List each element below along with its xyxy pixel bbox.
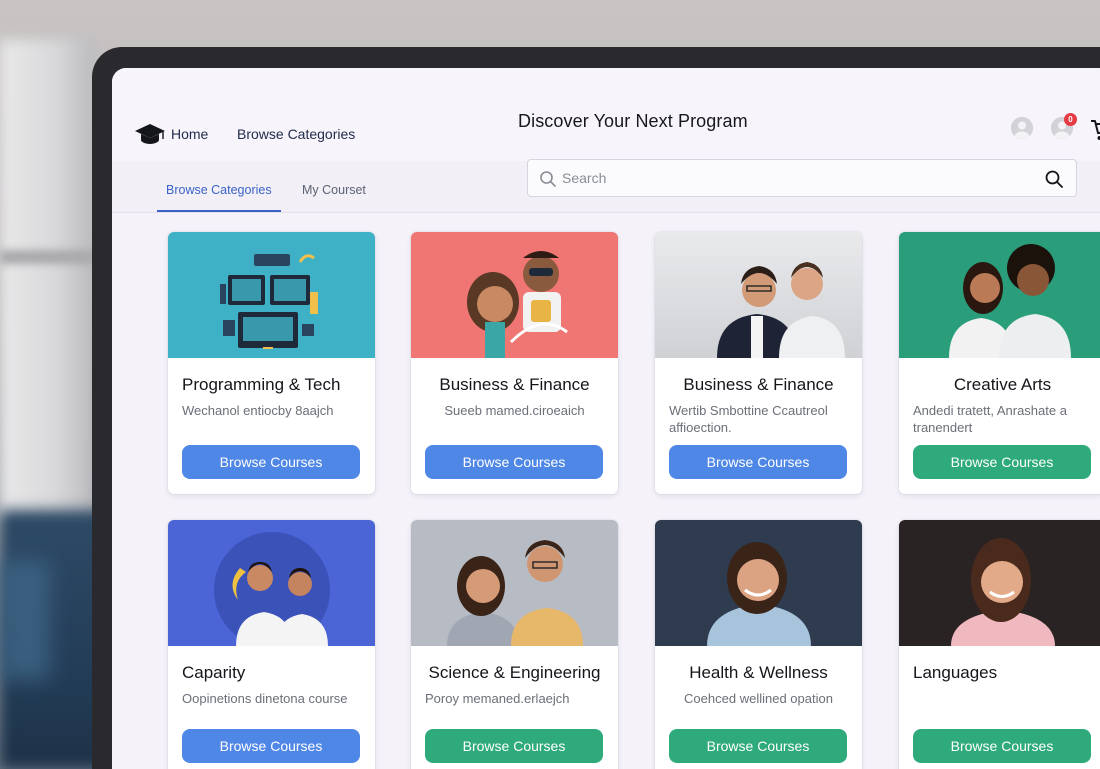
two-boys-illustration [168, 520, 375, 646]
card-title: Caparity [182, 663, 246, 682]
graduation-cap-icon[interactable] [134, 122, 166, 146]
notification-badge: 0 [1064, 113, 1077, 126]
browse-courses-button[interactable]: Browse Courses [425, 729, 603, 763]
card-image [899, 520, 1100, 646]
category-card[interactable]: Health & Wellness Coehced wellined opati… [655, 520, 862, 769]
category-card[interactable]: Business & Finance Wertib Smbottine Ccau… [655, 232, 862, 494]
category-card[interactable]: Programming & Tech Wechanol entiocby 8aa… [168, 232, 375, 494]
card-title: Science & Engineering [428, 663, 601, 682]
card-title: Business & Finance [683, 375, 834, 394]
nav-browse-categories-link[interactable]: Browse Categories [237, 126, 355, 142]
card-image [655, 232, 862, 358]
category-card[interactable]: Business & Finance Sueeb mamed.ciroeaich… [411, 232, 618, 494]
cart-icon[interactable] [1090, 118, 1100, 142]
category-card[interactable]: Creative Arts Andedi tratett, Anrashate … [899, 232, 1100, 494]
search-input[interactable] [562, 166, 1032, 190]
search-submit-icon[interactable] [1044, 169, 1064, 189]
search-icon [540, 171, 556, 187]
page-title: Discover Your Next Program [518, 111, 748, 131]
background-window-bar [0, 250, 95, 264]
card-image [899, 232, 1100, 358]
card-title: Creative Arts [953, 375, 1052, 394]
top-header: Home Browse Categories Discover Your Nex… [112, 68, 1100, 161]
browse-courses-button[interactable]: Browse Courses [669, 729, 847, 763]
background-sofa-highlight [0, 560, 50, 680]
woman-smile-portrait [899, 520, 1100, 646]
active-tab-indicator [157, 210, 281, 212]
browse-courses-button[interactable]: Browse Courses [913, 445, 1091, 479]
browse-courses-button[interactable]: Browse Courses [913, 729, 1091, 763]
category-card[interactable]: Science & Engineering Poroy memaned.erla… [411, 520, 618, 769]
search-bar[interactable] [527, 159, 1077, 197]
browse-courses-button[interactable]: Browse Courses [425, 445, 603, 479]
card-description: Oopinetions dinetona course [182, 691, 348, 706]
card-title: Business & Finance [439, 375, 590, 394]
browse-courses-button[interactable]: Browse Courses [182, 729, 360, 763]
card-description: Andedi tratett, Anrashate a tranendert [913, 403, 1067, 435]
card-image [168, 520, 375, 646]
category-card[interactable]: Languages Browse Courses [899, 520, 1100, 769]
card-description: Wechanol entiocby 8aajch [182, 403, 334, 418]
background-window [0, 40, 95, 520]
card-title: Programming & Tech [182, 375, 341, 394]
card-title: Languages [913, 663, 998, 682]
card-image [411, 232, 618, 358]
nav-home-link[interactable]: Home [171, 126, 208, 142]
card-description: Coehced wellined opation [684, 691, 833, 706]
category-card[interactable]: Caparity Oopinetions dinetona course Bro… [168, 520, 375, 769]
card-image [168, 232, 375, 358]
card-image [655, 520, 862, 646]
browse-courses-button[interactable]: Browse Courses [182, 445, 360, 479]
card-description: Sueeb mamed.ciroeaich [444, 403, 585, 418]
tab-browse-categories[interactable]: Browse Categories [166, 183, 272, 197]
card-title: Health & Wellness [689, 663, 828, 682]
app-screen: Home Browse Categories Discover Your Nex… [112, 68, 1100, 769]
woman-portrait [655, 520, 862, 646]
card-image [411, 520, 618, 646]
two-men-photo [655, 232, 862, 358]
tech-illustration [168, 232, 375, 358]
tab-my-courses[interactable]: My Courset [302, 183, 366, 197]
user-avatar[interactable] [1011, 117, 1033, 139]
cartoon-characters-illustration [411, 232, 618, 358]
card-description: Wertib Smbottine Ccautreol affioection. [669, 403, 828, 435]
couple-photo [899, 232, 1100, 358]
man-woman-photo [411, 520, 618, 646]
user-icon [1011, 117, 1033, 139]
card-description: Poroy memaned.erlaejch [425, 691, 570, 706]
tab-bar: Browse Categories My Courset [112, 159, 1100, 213]
browse-courses-button[interactable]: Browse Courses [669, 445, 847, 479]
